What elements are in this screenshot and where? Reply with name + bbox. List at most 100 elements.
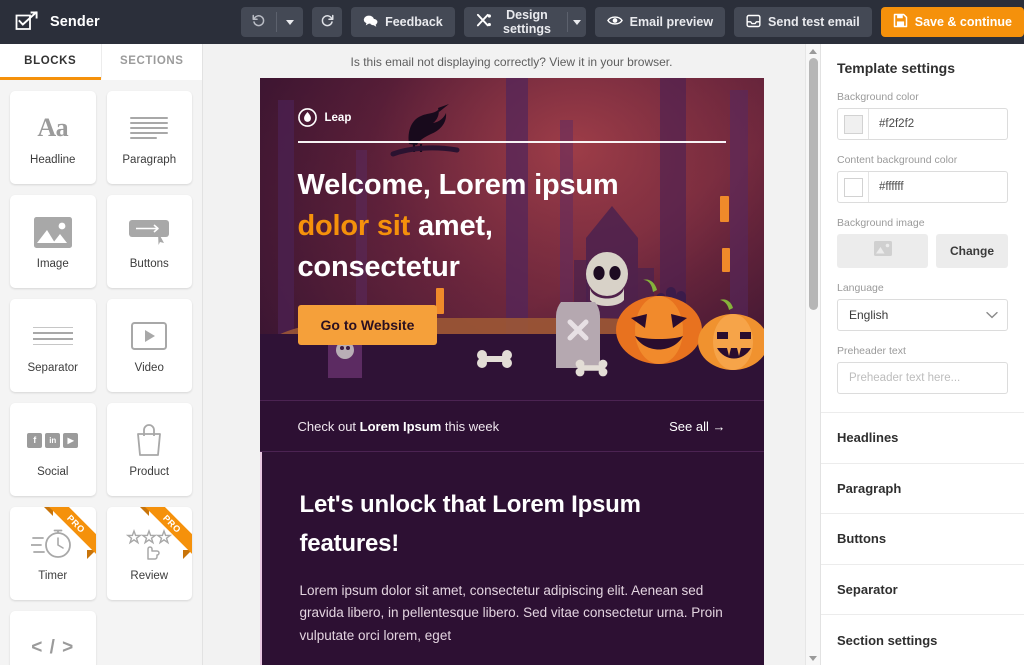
block-review[interactable]: PRO Review bbox=[107, 507, 193, 600]
content-background-color-input[interactable]: #ffffff bbox=[837, 171, 1008, 203]
email-template: Leap Welcome, Lorem ipsum dolor sit amet… bbox=[260, 78, 764, 665]
block-product[interactable]: Product bbox=[107, 403, 193, 496]
save-continue-label: Save & continue bbox=[915, 15, 1012, 29]
see-all-link[interactable]: See all → bbox=[669, 419, 725, 434]
block-label: Headline bbox=[30, 154, 75, 167]
block-label: Social bbox=[37, 466, 68, 479]
block-paragraph[interactable]: Paragraph bbox=[107, 91, 193, 184]
block-label: Review bbox=[130, 570, 168, 583]
preheader-field: Preheader text Preheader text here... bbox=[837, 345, 1008, 394]
block-custom-html[interactable]: < / > Custom HTML bbox=[10, 611, 96, 665]
bone-icon bbox=[475, 346, 515, 372]
background-image-preview[interactable] bbox=[837, 234, 928, 268]
block-timer[interactable]: PRO Timer bbox=[10, 507, 96, 600]
stars-rating-icon bbox=[126, 523, 172, 565]
chevron-down-icon bbox=[573, 20, 581, 25]
image-icon bbox=[33, 211, 73, 253]
undo-button[interactable] bbox=[241, 7, 276, 37]
paragraph-lines-icon bbox=[130, 107, 168, 149]
tab-sections[interactable]: SECTIONS bbox=[101, 44, 203, 80]
settings-panel: Template settings Background color #f2f2… bbox=[820, 44, 1024, 665]
promo-strip-text: Check out Lorem Ipsum this week bbox=[298, 419, 500, 434]
section-item-section-settings[interactable]: Section settings bbox=[821, 614, 1024, 665]
block-separator[interactable]: Separator bbox=[10, 299, 96, 392]
brand: Sender bbox=[0, 9, 241, 35]
headline-line-3: consectetur bbox=[298, 251, 460, 283]
scroll-down-arrow[interactable] bbox=[806, 651, 820, 665]
block-label: Timer bbox=[38, 570, 67, 583]
tab-sections-label: SECTIONS bbox=[120, 55, 184, 67]
section-item-buttons[interactable]: Buttons bbox=[821, 513, 1024, 564]
undo-dropdown-button[interactable] bbox=[277, 7, 303, 37]
send-test-email-button[interactable]: Send test email bbox=[734, 7, 872, 37]
hero-divider bbox=[298, 141, 726, 143]
chevron-down-icon bbox=[986, 308, 998, 322]
block-headline[interactable]: Aa Headline bbox=[10, 91, 96, 184]
undo-split-button[interactable] bbox=[241, 7, 303, 37]
block-image[interactable]: Image bbox=[10, 195, 96, 288]
background-color-input[interactable]: #f2f2f2 bbox=[837, 108, 1008, 140]
background-image-label: Background image bbox=[837, 217, 1008, 229]
block-label: Buttons bbox=[130, 258, 169, 271]
section-item-headlines[interactable]: Headlines bbox=[821, 412, 1024, 463]
social-icons: f in ▶ bbox=[27, 419, 78, 461]
template-settings-group: Template settings Background color #f2f2… bbox=[821, 44, 1024, 412]
eye-icon bbox=[607, 14, 623, 30]
background-color-value[interactable]: #f2f2f2 bbox=[868, 109, 1007, 139]
browser-view-note[interactable]: Is this email not displaying correctly? … bbox=[203, 44, 820, 78]
content-background-color-swatch[interactable] bbox=[838, 172, 868, 202]
body-paragraph[interactable]: Lorem ipsum dolor sit amet, consectetur … bbox=[300, 580, 726, 647]
redo-button[interactable] bbox=[312, 7, 342, 37]
video-play-icon bbox=[131, 315, 167, 357]
design-settings-split-button[interactable]: Design settings bbox=[464, 7, 586, 37]
section-item-separator[interactable]: Separator bbox=[821, 564, 1024, 615]
block-label: Product bbox=[129, 466, 169, 479]
promo-strip[interactable]: Check out Lorem Ipsum this week See all … bbox=[260, 400, 764, 452]
feedback-label: Feedback bbox=[385, 15, 443, 29]
brand-name: Sender bbox=[50, 14, 100, 30]
background-color-label: Background color bbox=[837, 91, 1008, 103]
design-tools-icon bbox=[476, 13, 492, 31]
undo-icon bbox=[251, 13, 266, 31]
hero-headline[interactable]: Welcome, Lorem ipsum dolor sit amet, con… bbox=[298, 165, 726, 289]
text-aa-icon: Aa bbox=[37, 107, 68, 149]
hero-logo[interactable]: Leap bbox=[298, 108, 726, 127]
strip-text-bold: Lorem Ipsum bbox=[360, 419, 442, 434]
headline-line-1: Welcome, Lorem ipsum bbox=[298, 169, 619, 201]
feedback-button[interactable]: Feedback bbox=[351, 7, 455, 37]
tab-blocks[interactable]: BLOCKS bbox=[0, 44, 101, 80]
hero-content: Leap Welcome, Lorem ipsum dolor sit amet… bbox=[260, 78, 764, 345]
hero-section[interactable]: Leap Welcome, Lorem ipsum dolor sit amet… bbox=[260, 78, 764, 400]
save-continue-button[interactable]: Save & continue bbox=[881, 7, 1024, 37]
facebook-icon: f bbox=[27, 433, 42, 448]
button-icon bbox=[128, 211, 170, 253]
change-background-image-button[interactable]: Change bbox=[936, 234, 1008, 268]
chevron-down-icon bbox=[286, 20, 294, 25]
content-background-color-label: Content background color bbox=[837, 154, 1008, 166]
language-select[interactable]: English bbox=[837, 299, 1008, 331]
block-buttons[interactable]: Buttons bbox=[107, 195, 193, 288]
section-item-paragraph[interactable]: Paragraph bbox=[821, 463, 1024, 514]
scroll-up-arrow[interactable] bbox=[806, 44, 820, 58]
design-settings-dropdown-button[interactable] bbox=[568, 7, 586, 37]
language-field: Language English bbox=[837, 282, 1008, 331]
go-to-website-button[interactable]: Go to Website bbox=[298, 305, 438, 345]
block-social[interactable]: f in ▶ Social bbox=[10, 403, 96, 496]
content-background-color-value[interactable]: #ffffff bbox=[868, 172, 1007, 202]
email-preview-button[interactable]: Email preview bbox=[595, 7, 725, 37]
linkedin-icon: in bbox=[45, 433, 60, 448]
headline-accent: dolor sit bbox=[298, 210, 411, 242]
canvas-scrollbar-thumb[interactable] bbox=[809, 58, 818, 310]
preheader-input[interactable]: Preheader text here... bbox=[837, 362, 1008, 394]
stopwatch-icon bbox=[31, 523, 75, 565]
body-section[interactable]: Let's unlock that Lorem Ipsum features! … bbox=[260, 452, 764, 665]
canvas-scrollbar[interactable] bbox=[805, 44, 820, 665]
body-heading[interactable]: Let's unlock that Lorem Ipsum features! bbox=[300, 486, 726, 564]
language-value: English bbox=[849, 308, 888, 322]
block-video[interactable]: Video bbox=[107, 299, 193, 392]
chat-bubble-icon bbox=[363, 14, 378, 31]
background-color-swatch[interactable] bbox=[838, 109, 868, 139]
canvas-scroll-area: Is this email not displaying correctly? … bbox=[203, 44, 820, 665]
block-label: Video bbox=[135, 362, 164, 375]
design-settings-button[interactable]: Design settings bbox=[464, 7, 567, 37]
